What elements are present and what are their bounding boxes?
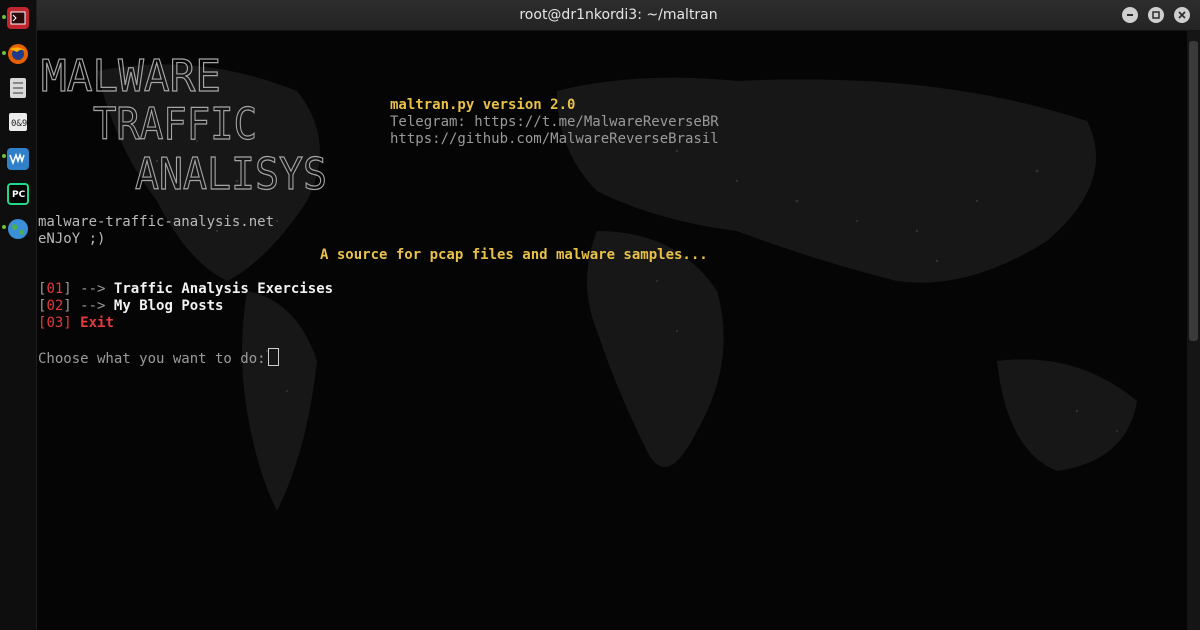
logo-line-2: TRAFFIC	[93, 99, 257, 150]
svg-text:PC: PC	[12, 190, 26, 200]
running-indicator	[2, 154, 6, 158]
menu-option-02[interactable]: [02] --> My Blog Posts	[38, 298, 223, 315]
window-title: root@dr1nkordi3: ~/maltran	[519, 7, 718, 23]
menu-number: 03	[46, 315, 64, 331]
telegram-link[interactable]: Telegram: https://t.me/MalwareReverseBR	[390, 114, 719, 131]
close-button[interactable]	[1174, 7, 1190, 23]
terminal-area[interactable]: MALWARE TRAFFIC ANALISYS maltran.py vers…	[37, 31, 1187, 630]
menu-option-01[interactable]: [01] --> Traffic Analysis Exercises	[38, 281, 333, 298]
running-indicator	[2, 225, 6, 229]
vmware-icon[interactable]	[7, 148, 29, 170]
menu-option-03[interactable]: [03] Exit	[38, 315, 114, 332]
menu-label: Traffic Analysis Exercises	[113, 281, 334, 297]
logo-line-3: ANALISYS	[135, 149, 327, 199]
scrollbar-thumb[interactable]	[1189, 41, 1198, 341]
running-indicator	[2, 15, 6, 19]
maltran-logo: MALWARE TRAFFIC ANALISYS	[40, 50, 327, 199]
menu-number: 01	[46, 281, 64, 297]
text-cursor	[267, 348, 279, 366]
tagline: A source for pcap files and malware samp…	[320, 247, 708, 263]
application-dock: 0&9 PC	[0, 0, 37, 630]
minimize-icon	[1127, 14, 1133, 16]
firefox-icon[interactable]	[7, 43, 29, 65]
maximize-icon	[1152, 11, 1160, 19]
site-url: malware-traffic-analysis.net	[38, 214, 275, 230]
globe-icon[interactable]	[7, 218, 29, 240]
enjoy-text: eNJoY ;)	[38, 231, 106, 247]
minimize-button[interactable]	[1122, 7, 1138, 23]
terminal-scrollbar[interactable]	[1187, 31, 1200, 630]
prompt-line[interactable]: Choose what you want to do:	[38, 348, 279, 368]
menu-label: Exit	[80, 315, 114, 331]
prompt-text: Choose what you want to do:	[38, 351, 266, 367]
maximize-button[interactable]	[1148, 7, 1164, 23]
terminal-icon[interactable]	[7, 7, 29, 29]
file-manager-icon[interactable]	[7, 77, 29, 99]
menu-arrow: -->	[80, 298, 106, 314]
pycharm-icon[interactable]: PC	[7, 183, 29, 205]
close-icon	[1178, 11, 1186, 19]
svg-text:0&9: 0&9	[11, 119, 27, 129]
hex-editor-icon[interactable]: 0&9	[7, 111, 29, 133]
logo-line-1: MALWARE	[41, 51, 221, 102]
menu-number: 02	[46, 298, 64, 314]
running-indicator	[2, 51, 6, 55]
menu-arrow: -->	[80, 281, 106, 297]
menu-label: My Blog Posts	[113, 298, 224, 314]
version-text: maltran.py version 2.0	[390, 97, 576, 113]
window-titlebar: root@dr1nkordi3: ~/maltran	[37, 0, 1200, 31]
github-link[interactable]: https://github.com/MalwareReverseBrasil	[390, 131, 719, 148]
